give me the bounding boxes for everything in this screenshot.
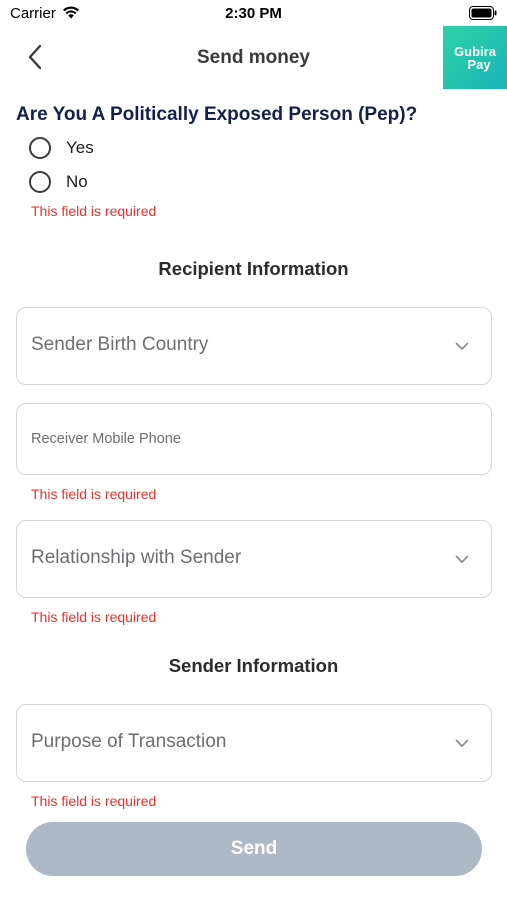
mobile-phone-error: This field is required	[31, 486, 157, 502]
radio-no-circle[interactable]	[29, 171, 51, 193]
relationship-label: Relationship with Sender	[31, 547, 242, 568]
send-button[interactable]: Send	[26, 822, 482, 876]
radio-no-label: No	[66, 172, 88, 191]
chevron-down-icon	[455, 555, 469, 563]
receiver-mobile-phone-input[interactable]	[17, 404, 491, 474]
purpose-error: This field is required	[31, 793, 157, 809]
relationship-select[interactable]: Relationship with Sender	[16, 520, 492, 598]
radio-yes-circle[interactable]	[29, 137, 51, 159]
gubira-pay-logo: Gubira Pay	[443, 26, 507, 89]
sender-birth-country-label: Sender Birth Country	[31, 334, 209, 355]
nav-bar: Send money Gubira Pay	[0, 26, 507, 90]
recipient-section-heading: Recipient Information	[158, 258, 349, 279]
sender-section-heading: Sender Information	[168, 655, 339, 676]
sender-birth-country-select[interactable]: Sender Birth Country	[16, 307, 492, 385]
pep-radio-no[interactable]: No	[29, 170, 88, 194]
purpose-of-transaction-select[interactable]: Purpose of Transaction	[16, 704, 492, 782]
page-title: Send money	[197, 47, 310, 68]
logo-text-line1: Gubira	[454, 43, 496, 59]
relationship-error: This field is required	[31, 609, 157, 625]
pep-radio-yes[interactable]: Yes	[29, 136, 94, 160]
receiver-mobile-phone-field[interactable]	[16, 403, 492, 475]
logo-text-line2: Pay	[467, 56, 491, 72]
purpose-label: Purpose of Transaction	[31, 731, 227, 752]
pep-error: This field is required	[31, 203, 157, 219]
status-time: 2:30 PM	[225, 5, 282, 22]
pep-question: Are You A Politically Exposed Person (Pe…	[16, 104, 418, 125]
battery-icon	[469, 6, 497, 25]
chevron-down-icon	[455, 739, 469, 747]
radio-yes-label: Yes	[66, 138, 94, 157]
chevron-down-icon	[455, 342, 469, 350]
